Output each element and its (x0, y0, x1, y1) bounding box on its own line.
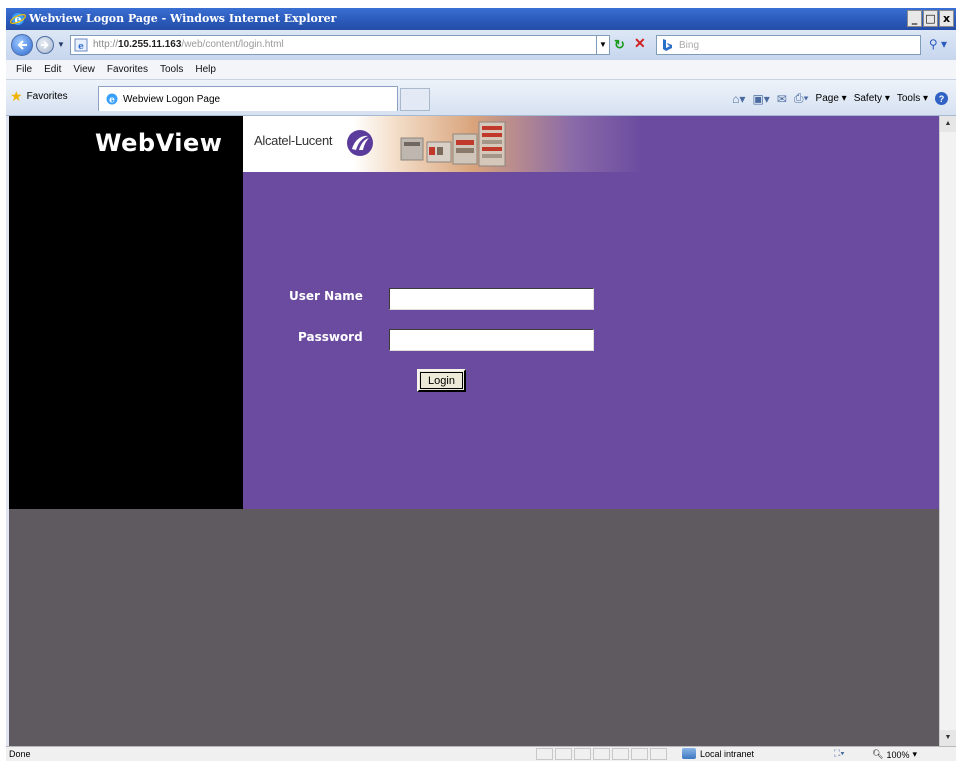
window-controls: _ □ x (907, 10, 954, 28)
content-panel: Alcatel-Lucent User Name Password Login (243, 116, 939, 509)
username-field[interactable] (389, 288, 594, 310)
menu-view[interactable]: View (67, 64, 101, 75)
print-icon[interactable]: ⎙▾ (794, 91, 809, 106)
status-segment (574, 748, 591, 760)
address-dropdown-icon[interactable]: ▼ (596, 35, 610, 55)
refresh-icon[interactable]: ↻ (614, 37, 625, 53)
window-title: Webview Logon Page - Windows Internet Ex… (29, 12, 337, 25)
tab-webview-logon[interactable]: e Webview Logon Page (98, 86, 398, 111)
ie-icon: e (10, 13, 26, 26)
maximize-button[interactable]: □ (923, 10, 938, 27)
status-segment (555, 748, 572, 760)
zoom-level: 100% (886, 749, 910, 760)
close-button[interactable]: x (939, 10, 954, 27)
page-viewport: WebView Alcatel-Lucent User Name Passwor… (9, 116, 939, 746)
address-input[interactable]: e http://10.255.11.163/web/content/login… (70, 35, 597, 55)
back-button[interactable] (11, 34, 33, 56)
stop-icon[interactable]: ✕ (634, 35, 646, 52)
address-row: ▼ e http://10.255.11.163/web/content/log… (6, 30, 956, 60)
tab-title: Webview Logon Page (123, 93, 221, 105)
star-icon: ★ (10, 88, 23, 104)
page-menu[interactable]: Page ▾ (816, 93, 847, 104)
status-segment (593, 748, 610, 760)
forward-button[interactable] (36, 36, 54, 54)
vendor-name: Alcatel-Lucent (254, 133, 333, 148)
zoom-dropdown-icon: ▾ (912, 749, 917, 759)
forward-icon (40, 41, 49, 49)
vertical-scrollbar[interactable]: ▲ ▼ (939, 116, 956, 746)
history-dropdown-icon[interactable]: ▼ (57, 40, 65, 49)
left-panel: WebView (9, 116, 243, 509)
favorites-button[interactable]: ★ Favorites (10, 89, 68, 103)
favorites-label: Favorites (26, 90, 68, 102)
menu-bar: File Edit View Favorites Tools Help (6, 60, 956, 80)
username-label: User Name (289, 289, 363, 303)
svg-text:e: e (109, 96, 115, 106)
menu-help[interactable]: Help (189, 64, 222, 75)
url-path: /web/content/login.html (181, 39, 284, 50)
status-segment (631, 748, 648, 760)
zoom-icon: 🔍︎ (872, 749, 884, 759)
command-bar: ⌂▾ ▣▾ ✉ ⎙▾ Page ▾ Safety ▾ Tools ▾ ? (732, 91, 948, 106)
url-text: http://10.255.11.163/web/content/login.h… (93, 39, 284, 50)
status-text: Done (9, 749, 31, 759)
search-input[interactable]: Bing (656, 35, 921, 55)
scroll-up-icon[interactable]: ▲ (940, 116, 956, 132)
back-icon (17, 40, 27, 50)
menu-tools[interactable]: Tools (154, 64, 189, 75)
menu-file[interactable]: File (10, 64, 38, 75)
scroll-down-icon[interactable]: ▼ (940, 730, 956, 746)
status-bar: Done Local intranet ⛶▾ 🔍︎ 100% ▾ (6, 746, 956, 761)
status-segment (650, 748, 667, 760)
tools-menu[interactable]: Tools ▾ (897, 93, 928, 104)
alcatel-lucent-logo (347, 130, 373, 156)
bing-icon (663, 39, 672, 51)
new-tab-button[interactable] (400, 88, 430, 111)
favorites-bar: ★ Favorites e Webview Logon Page ⌂▾ ▣▾ ✉… (6, 80, 956, 116)
safety-menu[interactable]: Safety ▾ (854, 93, 890, 104)
minimize-button[interactable]: _ (907, 10, 922, 27)
feeds-icon[interactable]: ▣▾ (752, 92, 769, 106)
url-prefix: http:// (93, 39, 119, 50)
url-host: 10.255.11.163 (118, 39, 182, 50)
zone-label: Local intranet (700, 748, 755, 759)
login-button[interactable]: Login (417, 369, 466, 392)
browser-window: e Webview Logon Page - Windows Internet … (6, 8, 956, 761)
search-placeholder: Bing (679, 40, 700, 51)
title-bar: e Webview Logon Page - Windows Internet … (6, 8, 956, 30)
status-segment (612, 748, 629, 760)
page-icon: e (74, 38, 88, 52)
password-label: Password (298, 330, 363, 344)
password-field[interactable] (389, 329, 594, 351)
brand-title: WebView (95, 129, 223, 157)
help-icon[interactable]: ? (935, 92, 948, 105)
status-segments (536, 748, 667, 760)
menu-favorites[interactable]: Favorites (101, 64, 154, 75)
security-zone[interactable]: Local intranet (682, 748, 754, 759)
menu-edit[interactable]: Edit (38, 64, 67, 75)
svg-text:e: e (78, 42, 84, 52)
equipment-image (400, 121, 506, 167)
mail-icon[interactable]: ✉ (777, 92, 787, 106)
zone-icon (682, 748, 696, 759)
status-segment (536, 748, 553, 760)
home-icon[interactable]: ⌂▾ (732, 92, 745, 106)
search-icon[interactable]: ⚲ ▾ (924, 35, 952, 55)
tab-icon: e (106, 93, 118, 106)
protected-mode-icon[interactable]: ⛶▾ (834, 748, 845, 759)
zoom-control[interactable]: 🔍︎ 100% ▾ (872, 749, 917, 760)
header-banner: Alcatel-Lucent (243, 116, 643, 172)
